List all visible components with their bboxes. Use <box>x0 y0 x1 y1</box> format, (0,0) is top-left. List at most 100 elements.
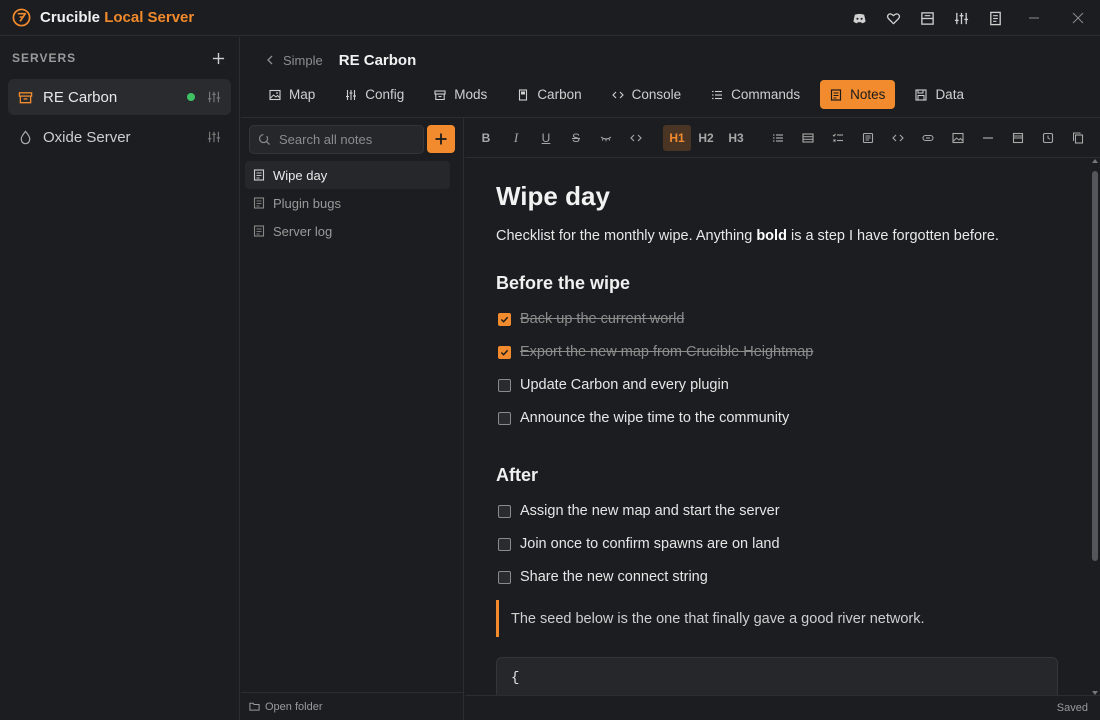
server-settings-icon[interactable] <box>207 90 221 104</box>
minimize-button[interactable] <box>1012 0 1056 36</box>
checkbox-unchecked[interactable] <box>498 504 511 518</box>
app-title-main: Crucible <box>40 9 101 26</box>
open-folder-link[interactable]: Open folder <box>241 692 463 720</box>
server-name: Oxide Server <box>43 128 131 146</box>
tab-label: Carbon <box>537 87 582 102</box>
image-icon <box>269 89 281 100</box>
copy-icon <box>1073 132 1084 144</box>
checkbox-unchecked[interactable] <box>498 411 511 425</box>
task-text: Share the new connect string <box>520 569 708 585</box>
copy-button[interactable] <box>1063 125 1093 151</box>
server-name: RE Carbon <box>43 88 118 106</box>
server-item-re-carbon[interactable]: RE Carbon <box>8 79 231 115</box>
servers-heading: SERVERS <box>12 51 77 65</box>
sliders-icon[interactable] <box>944 0 978 36</box>
underline-button[interactable]: U <box>531 125 561 151</box>
task-item[interactable]: Assign the new map and start the server <box>498 501 780 521</box>
code-block[interactable]: { <box>496 657 1058 695</box>
file-icon <box>519 88 528 101</box>
breadcrumb-back-label: Simple <box>283 52 323 68</box>
add-server-button[interactable] <box>209 49 227 67</box>
search-icon <box>258 133 271 146</box>
close-button[interactable] <box>1056 0 1100 36</box>
numbered-list-button[interactable] <box>793 125 823 151</box>
task-text: Announce the wipe time to the community <box>520 410 790 426</box>
note-editor[interactable]: Wipe day Checklist for the monthly wipe.… <box>465 159 1090 695</box>
task-item[interactable]: Announce the wipe time to the community <box>498 408 789 428</box>
note-title[interactable]: Wipe day <box>496 181 610 212</box>
task-text: Export the new map from Crucible Heightm… <box>520 344 814 360</box>
checkbox-checked[interactable] <box>498 312 511 326</box>
code-icon <box>611 91 624 98</box>
server-settings-icon[interactable] <box>207 130 221 144</box>
heart-icon[interactable] <box>876 0 910 36</box>
horizontal-rule-button[interactable] <box>973 125 1003 151</box>
server-item-oxide-server[interactable]: Oxide Server <box>8 119 231 155</box>
checkbox-unchecked[interactable] <box>498 378 511 392</box>
breadcrumb-current: RE Carbon <box>338 51 417 69</box>
task-item[interactable]: Back up the current world <box>498 309 684 329</box>
task-item[interactable]: Join once to confirm spawns are on land <box>498 534 780 554</box>
bold-button[interactable]: B <box>471 125 501 151</box>
blockquote[interactable]: The seed below is the one that finally g… <box>496 600 925 637</box>
note-search-box[interactable] <box>249 125 424 154</box>
strikethrough-button[interactable]: S <box>561 125 591 151</box>
tab-carbon[interactable]: Carbon <box>507 80 591 109</box>
tab-config[interactable]: Config <box>335 80 414 109</box>
italic-button[interactable]: I <box>501 125 531 151</box>
title-bar: Crucible Local Server <box>0 0 1100 36</box>
code-icon <box>630 134 642 141</box>
heading-3-button[interactable]: H3 <box>721 125 751 151</box>
scrollbar-thumb[interactable] <box>1092 171 1098 561</box>
tab-commands[interactable]: Commands <box>701 80 810 109</box>
link-button[interactable] <box>913 125 943 151</box>
heading-1-button[interactable]: H1 <box>663 124 691 151</box>
checkbox-checked[interactable] <box>498 345 511 359</box>
tab-label: Map <box>289 87 316 102</box>
checkmark-icon <box>500 316 509 323</box>
heading-2-button[interactable]: H2 <box>691 125 721 151</box>
section-heading-before-wipe[interactable]: Before the wipe <box>496 273 630 294</box>
note-icon <box>831 88 842 101</box>
discord-icon[interactable] <box>842 0 876 36</box>
note-item-label: Wipe day <box>273 167 328 183</box>
task-item[interactable]: Export the new map from Crucible Heightm… <box>498 342 813 362</box>
blockquote-button[interactable] <box>853 125 883 151</box>
note-item-plugin-bugs[interactable]: Plugin bugs <box>245 189 450 217</box>
intro-text: Checklist for the monthly wipe. Anything <box>496 228 757 244</box>
editor-scrollbar[interactable] <box>1090 159 1100 695</box>
checkbox-unchecked[interactable] <box>498 570 511 584</box>
app-title-accent: Local Server <box>104 9 195 26</box>
servers-sidebar: SERVERS RE Carbon Oxide Server <box>0 37 240 720</box>
task-item[interactable]: Update Carbon and every plugin <box>498 375 729 395</box>
task-list-button[interactable] <box>823 125 853 151</box>
tab-bar: Map Config Mods Carbon Console Commands … <box>259 80 984 109</box>
tab-label: Config <box>365 87 405 102</box>
note-item-server-log[interactable]: Server log <box>245 217 450 245</box>
tab-map[interactable]: Map <box>259 80 325 109</box>
note-item-wipe-day[interactable]: Wipe day <box>245 161 450 189</box>
server-icon <box>18 91 33 103</box>
breadcrumb-back-link[interactable]: Simple <box>265 53 323 68</box>
tab-data[interactable]: Data <box>905 80 974 109</box>
insert-image-button[interactable] <box>943 125 973 151</box>
scroll-up-arrow[interactable] <box>1092 159 1098 163</box>
code-block-button[interactable] <box>883 125 913 151</box>
note-search-input[interactable] <box>279 132 419 147</box>
add-note-button[interactable] <box>427 125 455 153</box>
inline-code-button[interactable] <box>621 125 651 151</box>
timestamp-button[interactable] <box>1033 125 1063 151</box>
highlight-button[interactable] <box>591 125 621 151</box>
section-heading-after[interactable]: After <box>496 465 538 486</box>
tab-notes[interactable]: Notes <box>820 80 896 109</box>
task-item[interactable]: Share the new connect string <box>498 567 708 587</box>
bullet-list-button[interactable] <box>763 125 793 151</box>
tab-mods[interactable]: Mods <box>424 80 497 109</box>
table-button[interactable] <box>1003 125 1033 151</box>
document-icon[interactable] <box>978 0 1012 36</box>
tab-console[interactable]: Console <box>602 80 692 109</box>
checkbox-unchecked[interactable] <box>498 537 511 551</box>
layout-icon[interactable] <box>910 0 944 36</box>
note-list: Wipe day Plugin bugs Server log <box>245 161 450 245</box>
note-intro-paragraph[interactable]: Checklist for the monthly wipe. Anything… <box>496 228 999 244</box>
